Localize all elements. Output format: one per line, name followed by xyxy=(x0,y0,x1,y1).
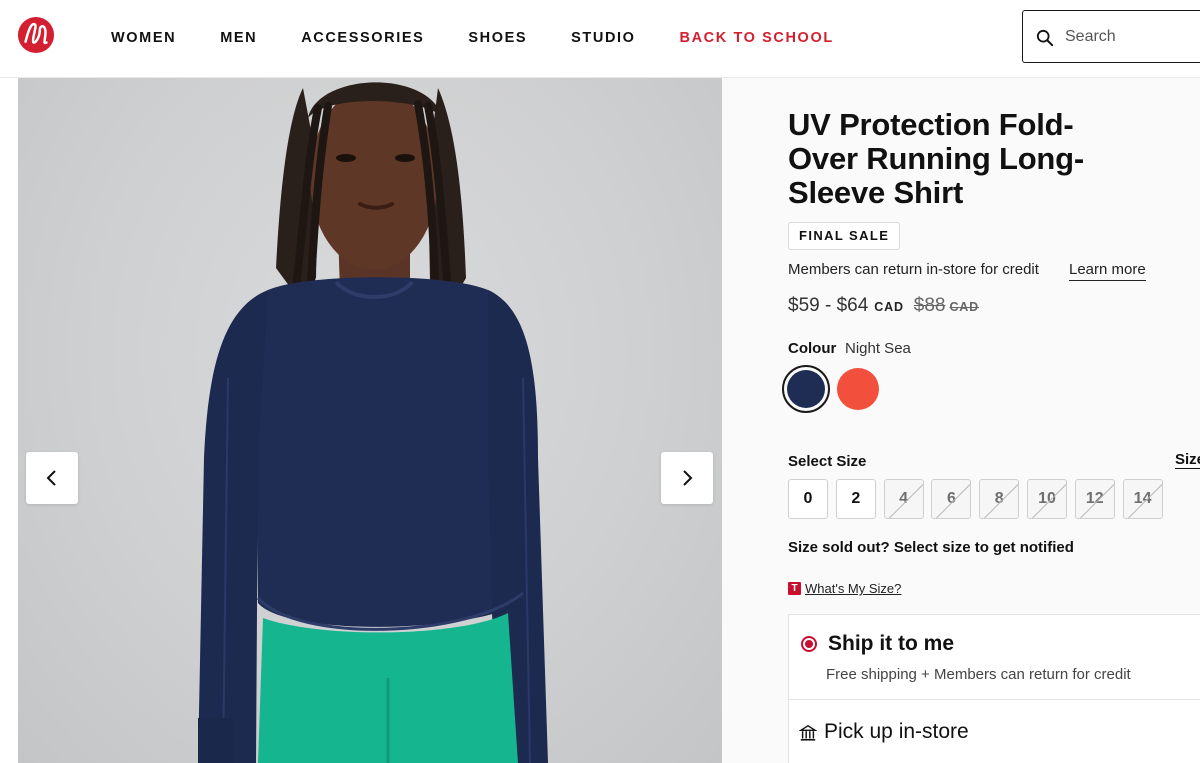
product-photo xyxy=(198,82,548,763)
product-details: UV Protection Fold-Over Running Long-Sle… xyxy=(722,78,1200,763)
search-input[interactable] xyxy=(1065,23,1200,51)
swatch-coral[interactable] xyxy=(837,368,879,410)
price-row: $59 - $64 CAD $88 CAD xyxy=(788,295,979,317)
nav-back-to-school[interactable]: BACK TO SCHOOL xyxy=(680,30,834,46)
learn-more-link[interactable]: Learn more xyxy=(1069,261,1146,281)
members-return-text: Members can return in-store for credit xyxy=(788,261,1039,278)
select-size-label: Select Size xyxy=(788,453,867,470)
true-fit-badge-icon: T xyxy=(788,582,801,595)
whats-my-size-link[interactable]: What's My Size? xyxy=(805,581,901,596)
nav-shoes[interactable]: SHOES xyxy=(468,30,527,46)
lululemon-logo-icon[interactable] xyxy=(17,16,55,54)
search-icon xyxy=(1036,29,1054,47)
size-option-4[interactable]: 4 xyxy=(883,479,924,519)
ship-title: Ship it to me xyxy=(828,632,954,655)
ship-it-to-me-option[interactable]: Ship it to me Free shipping + Members ca… xyxy=(788,614,1200,699)
size-guide-link[interactable]: Size xyxy=(1175,451,1200,469)
store-icon xyxy=(799,724,817,741)
size-option-10[interactable]: 10 xyxy=(1026,479,1067,519)
size-sold-out-text: Size sold out? Select size to get notifi… xyxy=(788,539,1074,556)
chevron-right-icon xyxy=(683,470,693,486)
nav-women[interactable]: WOMEN xyxy=(111,30,176,46)
search-box[interactable] xyxy=(1022,10,1200,63)
whats-my-size: T What's My Size? xyxy=(788,581,901,596)
ship-subtitle: Free shipping + Members can return for c… xyxy=(826,666,1131,683)
size-option-14[interactable]: 14 xyxy=(1122,479,1163,519)
colour-value: Night Sea xyxy=(845,340,911,357)
sale-price: $59 - $64 xyxy=(788,295,869,316)
product-title: UV Protection Fold-Over Running Long-Sle… xyxy=(788,107,1085,210)
pickup-title: Pick up in-store xyxy=(824,720,969,743)
original-currency: CAD xyxy=(949,300,979,314)
chevron-left-icon xyxy=(46,470,56,486)
sale-currency: CAD xyxy=(874,300,904,314)
size-option-0[interactable]: 0 xyxy=(788,479,828,519)
nav-accessories[interactable]: ACCESSORIES xyxy=(301,30,424,46)
original-price: $88 xyxy=(913,295,946,316)
final-sale-badge: FINAL SALE xyxy=(788,222,901,250)
pick-up-in-store-option[interactable]: Pick up in-store xyxy=(788,699,1200,763)
product-image-gallery xyxy=(18,78,722,763)
colour-label: Colour xyxy=(788,340,837,357)
previous-image-button[interactable] xyxy=(26,452,78,504)
site-header: WOMEN MEN ACCESSORIES SHOES STUDIO BACK … xyxy=(0,0,1200,78)
swatch-night-sea[interactable] xyxy=(782,365,830,413)
ship-radio-selected[interactable] xyxy=(801,636,817,652)
next-image-button[interactable] xyxy=(661,452,713,504)
size-option-8[interactable]: 8 xyxy=(979,479,1020,519)
size-selector: 0 2 4 6 8 10 12 14 xyxy=(788,479,1170,519)
swatch-night-sea-fill xyxy=(787,370,825,408)
main-nav: WOMEN MEN ACCESSORIES SHOES STUDIO BACK … xyxy=(111,29,878,47)
size-option-2[interactable]: 2 xyxy=(835,479,876,519)
size-option-6[interactable]: 6 xyxy=(931,479,972,519)
nav-studio[interactable]: STUDIO xyxy=(571,30,635,46)
size-option-12[interactable]: 12 xyxy=(1074,479,1115,519)
nav-men[interactable]: MEN xyxy=(220,30,257,46)
